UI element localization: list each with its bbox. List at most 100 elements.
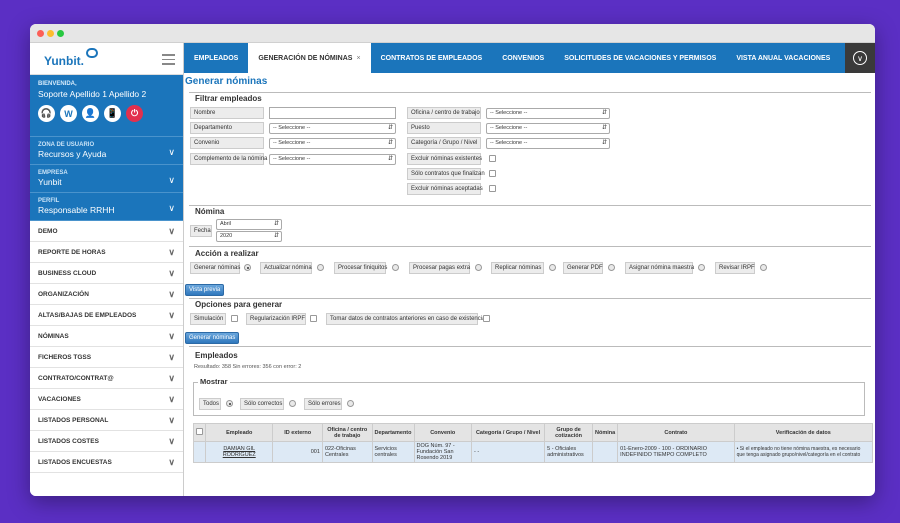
id-externo-cell: 001 bbox=[272, 441, 323, 463]
minimize-window-button[interactable] bbox=[47, 30, 54, 37]
tab-contratos-empleados[interactable]: CONTRATOS DE EMPLEADOS bbox=[371, 43, 493, 73]
sidebar-item-contrato[interactable]: CONTRATO/CONTRAT@ ∨ bbox=[30, 368, 183, 389]
sidebar-item-organizacion[interactable]: ORGANIZACIÓN ∨ bbox=[30, 284, 183, 305]
radio-generar-pdf[interactable] bbox=[608, 264, 615, 271]
col-oficina[interactable]: Oficina / centro de trabajo bbox=[321, 423, 373, 442]
select-value: -- Seleccione -- bbox=[490, 125, 528, 131]
convenio-label: Convenio bbox=[190, 137, 264, 149]
departamento-select[interactable]: -- Seleccione -- ⇵ bbox=[269, 123, 396, 134]
radio-procesar-finiquitos[interactable] bbox=[392, 264, 399, 271]
sidebar-item-reporte-horas[interactable]: REPORTE DE HORAS ∨ bbox=[30, 242, 183, 263]
sidebar-item-listados-encuestas[interactable]: LISTADOS ENCUESTAS ∨ bbox=[30, 452, 183, 473]
excluir-existentes-label: Excluir nóminas existentes bbox=[407, 153, 482, 165]
sidebar-item-label: DEMO bbox=[38, 228, 58, 235]
tab-convenios[interactable]: CONVENIOS bbox=[492, 43, 554, 73]
sidebar-item-listados-costes[interactable]: LISTADOS COSTES ∨ bbox=[30, 431, 183, 452]
tabs-dropdown-button[interactable]: ∨ bbox=[845, 43, 875, 73]
tab-label: EMPLEADOS bbox=[194, 54, 239, 62]
nomina-section: Nómina Fecha Abril ⇵ 2020 ⇵ bbox=[189, 205, 871, 246]
tab-solicitudes-vacaciones[interactable]: SOLICITUDES DE VACACIONES Y PERMISOS bbox=[554, 43, 726, 73]
tomar-datos-label: Tomar datos de contratos anteriores en c… bbox=[326, 313, 485, 325]
select-all-checkbox[interactable] bbox=[196, 428, 203, 435]
mostrar-errores-label: Sólo errores bbox=[304, 398, 342, 410]
browser-window: Yunbit. BIENVENIDA, Soporte Apellido 1 A… bbox=[30, 24, 875, 496]
user-zone-selector[interactable]: ZONA DE USUARIO Recursos y Ayuda ∨ bbox=[30, 137, 183, 165]
radio-procesar-pagas-extra[interactable] bbox=[475, 264, 482, 271]
radio-mostrar-correctos[interactable] bbox=[289, 400, 296, 407]
filter-section: Filtrar empleados Nombre Departamento --… bbox=[189, 92, 871, 205]
radio-mostrar-todos[interactable] bbox=[226, 400, 233, 407]
window-titlebar bbox=[30, 24, 875, 43]
col-grupo-cotizacion[interactable]: Grupo de cotización bbox=[544, 423, 593, 442]
sidebar-item-listados-personal[interactable]: LISTADOS PERSONAL ∨ bbox=[30, 410, 183, 431]
sidebar-item-label: ALTAS/BAJAS DE EMPLEADOS bbox=[38, 312, 137, 319]
categoria-select[interactable]: -- Seleccione -- ⇵ bbox=[486, 138, 610, 149]
hamburger-menu-icon[interactable] bbox=[162, 54, 175, 65]
regularizacion-checkbox[interactable] bbox=[310, 315, 317, 322]
solo-contratos-checkbox[interactable] bbox=[489, 170, 496, 177]
radio-replicar-nominas[interactable] bbox=[549, 264, 556, 271]
row-checkbox-cell bbox=[193, 441, 206, 463]
col-nomina[interactable]: Nómina bbox=[591, 423, 619, 442]
opciones-section-title: Opciones para generar bbox=[195, 300, 283, 309]
headset-icon[interactable]: 🎧 bbox=[38, 105, 55, 122]
radio-asignar-nomina-maestra[interactable] bbox=[698, 264, 705, 271]
sidebar-item-demo[interactable]: DEMO ∨ bbox=[30, 221, 183, 242]
wikipedia-icon[interactable]: W bbox=[60, 105, 77, 122]
radio-actualizar-nomina[interactable] bbox=[317, 264, 324, 271]
radio-revisar-irpf[interactable] bbox=[760, 264, 767, 271]
sidebar-item-label: BUSINESS CLOUD bbox=[38, 270, 97, 277]
radio-mostrar-errores[interactable] bbox=[347, 400, 354, 407]
empleados-table: Empleado ID externo Oficina / centro de … bbox=[193, 423, 874, 463]
col-verificacion[interactable]: Verificación de datos bbox=[733, 423, 874, 442]
simulacion-checkbox[interactable] bbox=[231, 315, 238, 322]
tab-empleados[interactable]: EMPLEADOS bbox=[184, 43, 248, 73]
tab-generacion-nominas[interactable]: GENERACIÓN DE NÓMINAS × bbox=[248, 43, 371, 73]
col-departamento[interactable]: Departamento bbox=[371, 423, 415, 442]
excluir-existentes-checkbox[interactable] bbox=[489, 155, 496, 162]
profile-selector[interactable]: PERFIL Responsable RRHH ∨ bbox=[30, 193, 183, 221]
convenio-select[interactable]: -- Seleccione -- ⇵ bbox=[269, 138, 396, 149]
phone-icon[interactable]: 📱 bbox=[104, 105, 121, 122]
company-selector[interactable]: EMPRESA Yunbit ∨ bbox=[30, 165, 183, 193]
complemento-select[interactable]: -- Seleccione -- ⇵ bbox=[269, 154, 396, 165]
tab-vista-anual-vacaciones[interactable]: VISTA ANUAL VACACIONES bbox=[726, 43, 840, 73]
col-empleado[interactable]: Empleado bbox=[204, 423, 274, 442]
col-contrato[interactable]: Contrato bbox=[617, 423, 735, 442]
sidebar-item-vacaciones[interactable]: VACACIONES ∨ bbox=[30, 389, 183, 410]
tab-bar: EMPLEADOS GENERACIÓN DE NÓMINAS × CONTRAT… bbox=[184, 43, 875, 73]
yunbit-logo[interactable]: Yunbit. bbox=[44, 54, 84, 68]
user-icon[interactable]: 👤 bbox=[82, 105, 99, 122]
chevron-down-icon: ∨ bbox=[168, 373, 175, 383]
col-convenio[interactable]: Convenio bbox=[413, 423, 472, 442]
excluir-aceptadas-checkbox[interactable] bbox=[489, 185, 496, 192]
puesto-select[interactable]: -- Seleccione -- ⇵ bbox=[486, 123, 610, 134]
tomar-datos-checkbox[interactable] bbox=[483, 315, 490, 322]
sidebar-item-business-cloud[interactable]: BUSINESS CLOUD ∨ bbox=[30, 263, 183, 284]
oficina-select[interactable]: -- Seleccione -- ⇵ bbox=[486, 108, 610, 119]
mostrar-fieldset: Mostrar Todos Sólo correctos Sólo errore… bbox=[193, 377, 865, 416]
logout-icon[interactable]: ⏻ bbox=[126, 105, 143, 122]
sidebar-item-nominas[interactable]: NÓMINAS ∨ bbox=[30, 326, 183, 347]
year-select[interactable]: 2020 ⇵ bbox=[216, 231, 282, 242]
select-value: Abril bbox=[220, 221, 232, 227]
preview-row: Vista previa bbox=[185, 284, 871, 298]
generate-nominas-button[interactable]: Generar nóminas bbox=[185, 332, 240, 344]
empleado-link[interactable]: DAMIAN GIL RODRIGUEZ bbox=[204, 441, 274, 463]
option-asignar-nomina-maestra: Asignar nómina maestra bbox=[625, 262, 694, 274]
radio-generar-nominas[interactable] bbox=[244, 264, 251, 271]
sidebar-item-altas-bajas[interactable]: ALTAS/BAJAS DE EMPLEADOS ∨ bbox=[30, 305, 183, 326]
close-tab-icon[interactable]: × bbox=[356, 55, 360, 62]
close-window-button[interactable] bbox=[37, 30, 44, 37]
tab-label: VISTA ANUAL VACACIONES bbox=[736, 54, 831, 62]
month-select[interactable]: Abril ⇵ bbox=[216, 219, 282, 230]
sidebar-item-ficheros-tgss[interactable]: FICHEROS TGSS ∨ bbox=[30, 347, 183, 368]
maximize-window-button[interactable] bbox=[57, 30, 64, 37]
company-label: EMPRESA bbox=[38, 170, 68, 176]
col-id-externo[interactable]: ID externo bbox=[272, 423, 323, 442]
sidebar-item-label: CONTRATO/CONTRAT@ bbox=[38, 375, 114, 382]
oficina-label: Oficina / centro de trabajo bbox=[407, 107, 481, 119]
nombre-input[interactable] bbox=[269, 107, 396, 119]
preview-button[interactable]: Vista previa bbox=[185, 284, 225, 296]
col-categoria[interactable]: Categoría / Grupo / Nivel bbox=[470, 423, 546, 442]
